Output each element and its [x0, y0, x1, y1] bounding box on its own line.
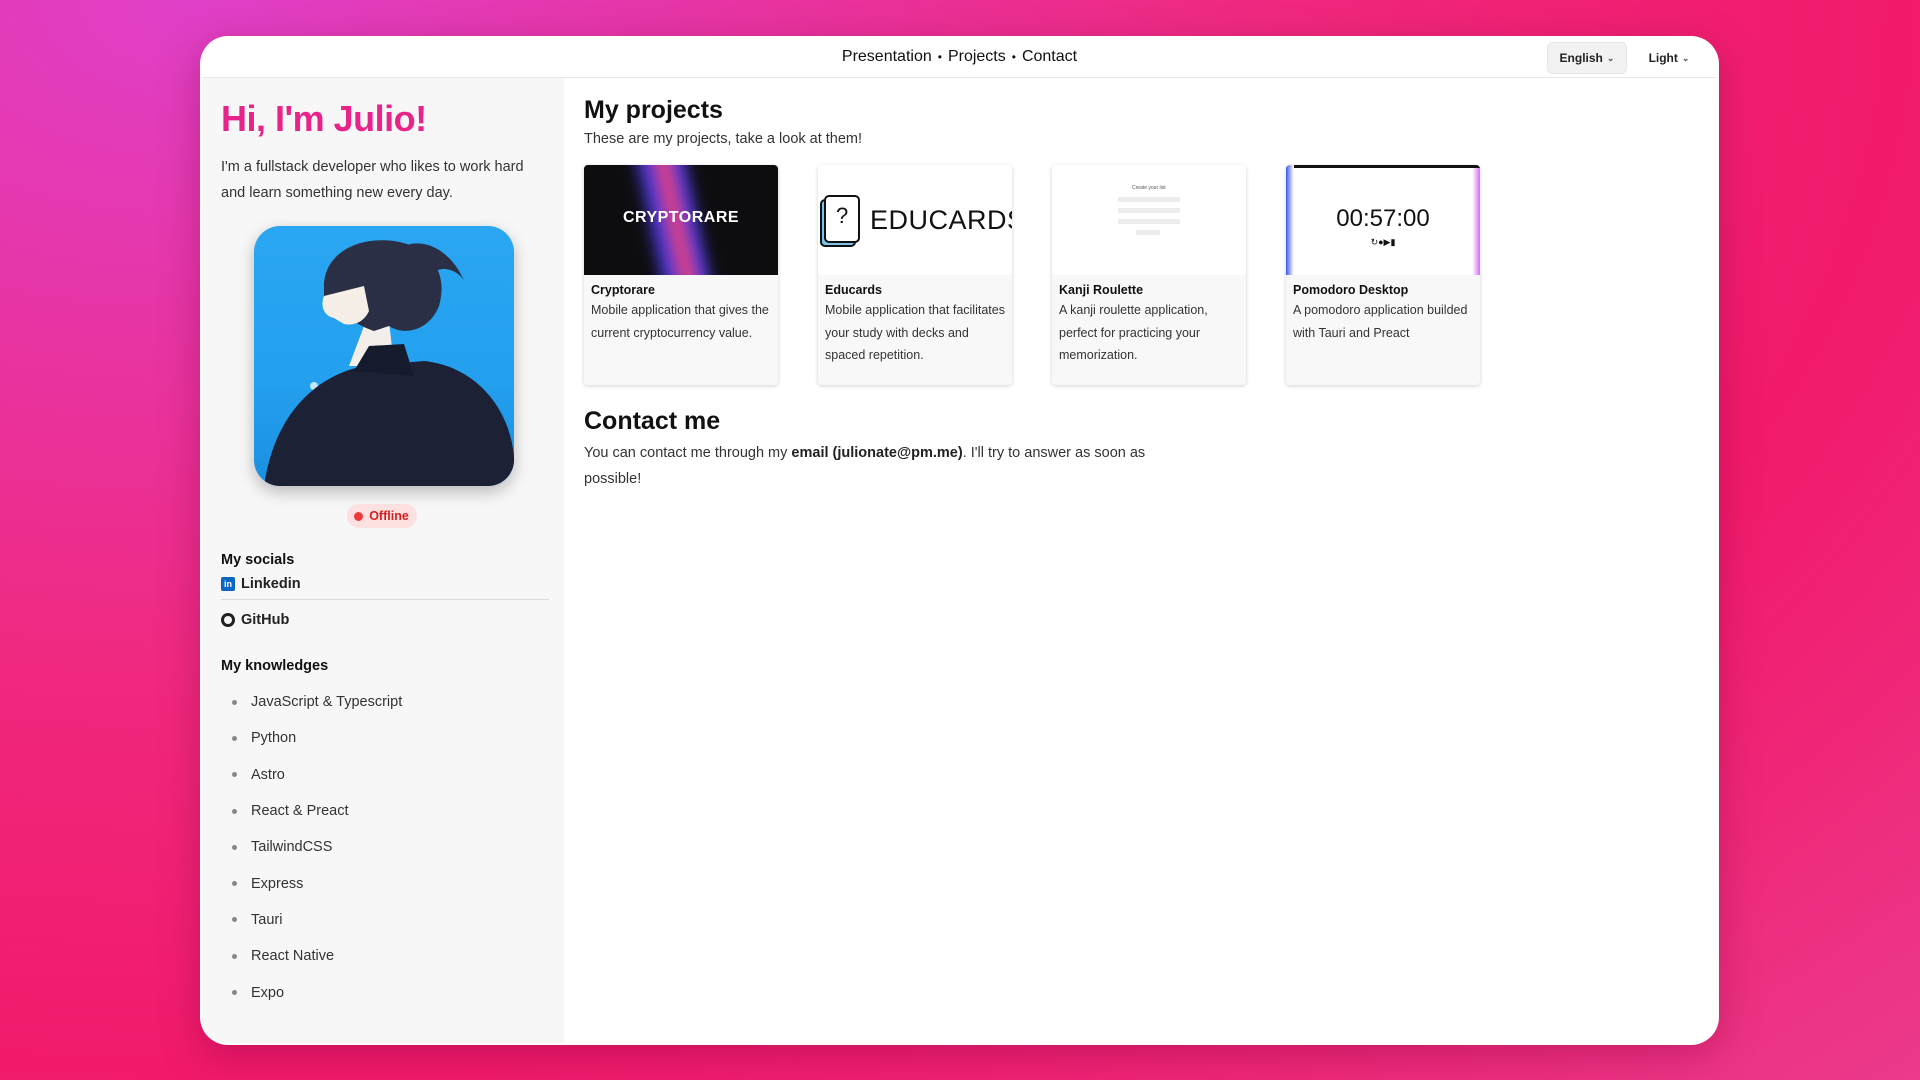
- avatar: [254, 226, 514, 486]
- nav-projects[interactable]: Projects: [948, 48, 1006, 65]
- project-title: Kanji Roulette: [1059, 283, 1144, 297]
- project-description: A kanji roulette application, perfect fo…: [1059, 303, 1208, 362]
- intro-text: I'm a fullstack developer who likes to w…: [221, 159, 524, 201]
- thumbnail-text: Create your list: [1132, 185, 1166, 191]
- project-title: Educards: [825, 283, 882, 297]
- thumbnail-text: EDUCARDS: [870, 205, 1012, 235]
- list-item: React & Preact: [221, 793, 546, 829]
- greeting-title: Hi, I'm Julio!: [221, 98, 427, 139]
- theme-label: Light: [1648, 51, 1678, 65]
- contact-heading: Contact me: [584, 407, 721, 435]
- language-select[interactable]: English ⌄: [1547, 42, 1627, 74]
- window-titlebar: [1294, 165, 1480, 168]
- list-item: Express: [221, 865, 546, 901]
- list-item: Astro: [221, 757, 546, 793]
- list-item: Tauri: [221, 902, 546, 938]
- avatar-illustration: [264, 240, 514, 486]
- knowledges-heading: My knowledges: [221, 658, 329, 674]
- contact-text: You can contact me through my email (jul…: [584, 440, 1184, 492]
- email-link[interactable]: email (julionate@pm.me): [791, 445, 962, 461]
- linkedin-icon: in: [221, 576, 235, 591]
- project-card-pomodoro-desktop[interactable]: 00:57:00 ↻●▶▮ Pomodoro Desktop A pomodor…: [1286, 165, 1480, 385]
- list-item: TailwindCSS: [221, 829, 546, 865]
- thumbnail-text: 00:57:00: [1336, 205, 1430, 232]
- question-mark-icon: ?: [836, 203, 849, 228]
- project-description: A pomodoro application builded with Taur…: [1293, 303, 1468, 340]
- language-label: English: [1559, 51, 1603, 65]
- chevron-down-icon: ⌄: [1681, 52, 1690, 63]
- social-label: Linkedin: [241, 575, 301, 592]
- main-content: My projects These are my projects, take …: [584, 78, 1717, 1043]
- top-bar: Presentation • Projects • Contact English ⌄ …: [202, 38, 1717, 78]
- list-item: JavaScript & Typescript: [221, 684, 546, 720]
- playback-controls-icon: ↻●▶▮: [1370, 237, 1396, 247]
- project-thumbnail: CRYPTORARE: [584, 165, 778, 275]
- projects-subtitle: These are my projects, take a look at th…: [584, 131, 863, 147]
- project-title: Pomodoro Desktop: [1293, 283, 1409, 297]
- nav-separator: •: [1011, 50, 1016, 64]
- projects-heading: My projects: [584, 96, 723, 124]
- profile-sidebar: Hi, I'm Julio! I'm a fullstack developer…: [202, 78, 564, 1043]
- list-item: React Native: [221, 938, 546, 974]
- project-thumbnail: ? EDUCARDS: [818, 165, 1012, 275]
- list-item: Expo: [221, 974, 546, 1010]
- project-card-cryptorare[interactable]: CRYPTORARE Cryptorare Mobile application…: [584, 165, 778, 385]
- project-title: Cryptorare: [591, 283, 655, 297]
- project-description: Mobile application that gives the curren…: [591, 303, 769, 340]
- mini-form-preview: [1118, 197, 1180, 241]
- list-item: Python: [221, 720, 546, 756]
- project-card-kanji-roulette[interactable]: Create your list Kanji Roulette A kanji …: [1052, 165, 1246, 385]
- socials-heading: My socials: [221, 552, 295, 568]
- project-description: Mobile application that facilitates your…: [825, 303, 1005, 362]
- social-link-linkedin[interactable]: in Linkedin: [221, 576, 549, 600]
- nav-presentation[interactable]: Presentation: [842, 48, 932, 65]
- nav-separator: •: [937, 50, 942, 64]
- social-label: GitHub: [241, 612, 290, 628]
- contact-text-before: You can contact me through my: [584, 445, 792, 461]
- status-badge: Offline: [346, 504, 417, 528]
- project-thumbnail: 00:57:00 ↻●▶▮: [1286, 165, 1480, 275]
- thumbnail-text: CRYPTORARE: [622, 209, 740, 226]
- project-card-educards[interactable]: ? EDUCARDS Educards Mobile application t…: [818, 165, 1012, 385]
- status-label: Offline: [369, 509, 409, 523]
- project-thumbnail: Create your list: [1052, 165, 1246, 275]
- nav-contact[interactable]: Contact: [1022, 48, 1077, 65]
- browser-window: Presentation • Projects • Contact English ⌄ …: [200, 36, 1719, 1045]
- github-icon: [221, 613, 235, 627]
- social-link-github[interactable]: GitHub: [221, 608, 546, 632]
- knowledges-list: JavaScript & Typescript Python Astro Rea…: [221, 684, 546, 1011]
- chevron-down-icon: ⌄: [1606, 52, 1615, 63]
- status-dot-icon: [354, 511, 364, 521]
- main-nav: Presentation • Projects • Contact: [202, 48, 1717, 66]
- projects-grid: CRYPTORARE Cryptorare Mobile application…: [584, 165, 1717, 385]
- theme-select[interactable]: Light ⌄: [1639, 42, 1699, 74]
